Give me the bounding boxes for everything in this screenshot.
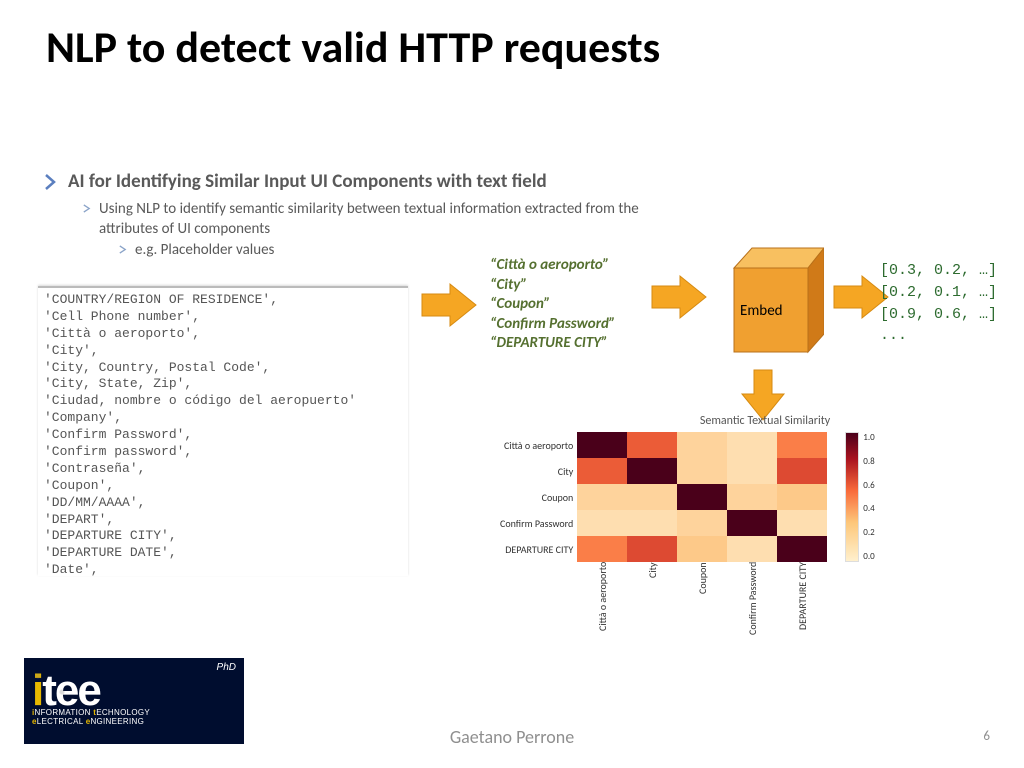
arrow-right-icon	[420, 280, 480, 330]
heatmap-cell	[727, 510, 777, 536]
quoted-item: City	[490, 276, 615, 296]
list-item: 'Confirm password',	[44, 444, 402, 461]
list-item: 'City, Country, Postal Code',	[44, 360, 402, 377]
heatmap-cell	[727, 536, 777, 562]
attribute-list: 'COUNTRY/REGION OF RESIDENCE','Cell Phon…	[38, 286, 408, 576]
heatmap-cell	[577, 536, 627, 562]
heatmap-cell	[777, 510, 827, 536]
colorbar-ticks: 1.00.80.60.40.20.0	[863, 432, 874, 562]
list-item: 'DEPART',	[44, 512, 402, 529]
list-item: 'Contraseña',	[44, 461, 402, 478]
chart-title: Semantic Textual Similarity	[570, 414, 960, 428]
heatmap-cell	[677, 510, 727, 536]
list-item: 'City, State, Zip',	[44, 376, 402, 393]
list-item: 'City',	[44, 343, 402, 360]
heatmap-cell	[627, 458, 677, 484]
heatmap-cell	[577, 510, 627, 536]
list-item: 'Confirm Password',	[44, 427, 402, 444]
list-item: 'Cell Phone number',	[44, 309, 402, 326]
x-axis-labels: Città o aeroportoCityCouponConfirm Passw…	[577, 562, 827, 652]
quoted-item: Coupon	[490, 295, 615, 315]
heatmap-cell	[777, 458, 827, 484]
heatmap-cell	[677, 536, 727, 562]
quoted-examples: Città o aeroportoCityCouponConfirm Passw…	[490, 256, 615, 354]
list-item: 'DD/MM/AAAA',	[44, 495, 402, 512]
vector-item: [0.9, 0.6, …]	[880, 304, 997, 326]
heatmap-cell	[777, 432, 827, 458]
heatmap-cell	[627, 510, 677, 536]
section: AI for Identifying Similar Input UI Comp…	[42, 170, 994, 260]
heatmap-cell	[577, 458, 627, 484]
vector-item: ...	[880, 325, 997, 347]
heatmap-cell	[777, 536, 827, 562]
author-name: Gaetano Perrone	[0, 726, 1024, 748]
list-item: 'Company',	[44, 410, 402, 427]
quoted-item: Confirm Password	[490, 315, 615, 335]
bullet-text: Using NLP to identify semantic similarit…	[99, 199, 659, 240]
embed-cube	[718, 244, 824, 356]
quoted-item: DEPARTURE CITY	[490, 334, 615, 354]
bullet-icon	[82, 204, 91, 213]
vector-item: [0.2, 0.1, …]	[880, 282, 997, 304]
page-number: 6	[983, 729, 990, 744]
bullet-sub-text: e.g. Placeholder values	[135, 240, 274, 260]
heatmap-cell	[777, 484, 827, 510]
heatmap-cell	[677, 432, 727, 458]
heatmap-cell	[577, 484, 627, 510]
heatmap-grid	[577, 432, 827, 562]
embed-label: Embed	[740, 302, 783, 320]
quoted-item: Città o aeroporto	[490, 256, 615, 276]
heatmap-cell	[677, 458, 727, 484]
bullet-icon	[118, 245, 127, 254]
list-item: 'Coupon',	[44, 478, 402, 495]
embedding-vectors: [0.3, 0.2, …][0.2, 0.1, …][0.9, 0.6, …].…	[880, 260, 997, 347]
colorbar	[845, 432, 859, 562]
chevron-right-icon	[42, 174, 58, 190]
arrow-right-icon	[650, 272, 710, 322]
vector-item: [0.3, 0.2, …]	[880, 260, 997, 282]
heatmap-cell	[677, 484, 727, 510]
heatmap-cell	[627, 432, 677, 458]
y-axis-labels: Città o aeroportoCityCouponConfirm Passw…	[500, 432, 577, 562]
heatmap-cell	[727, 458, 777, 484]
list-item: 'DEPARTURE CITY',	[44, 528, 402, 545]
similarity-heatmap: Semantic Textual Similarity Città o aero…	[500, 414, 960, 652]
list-item: 'Date',	[44, 562, 402, 576]
list-item: 'DEPARTURE DATE',	[44, 545, 402, 562]
heatmap-cell	[727, 432, 777, 458]
slide-title: NLP to detect valid HTTP requests	[0, 0, 1024, 74]
list-item: 'Ciudad, nombre o código del aeropuerto'	[44, 393, 402, 410]
heatmap-cell	[577, 432, 627, 458]
heatmap-cell	[627, 536, 677, 562]
list-item: 'COUNTRY/REGION OF RESIDENCE',	[44, 292, 402, 309]
heatmap-cell	[627, 484, 677, 510]
heatmap-cell	[727, 484, 777, 510]
list-item: 'Città o aeroporto',	[44, 326, 402, 343]
section-heading: AI for Identifying Similar Input UI Comp…	[68, 170, 547, 193]
